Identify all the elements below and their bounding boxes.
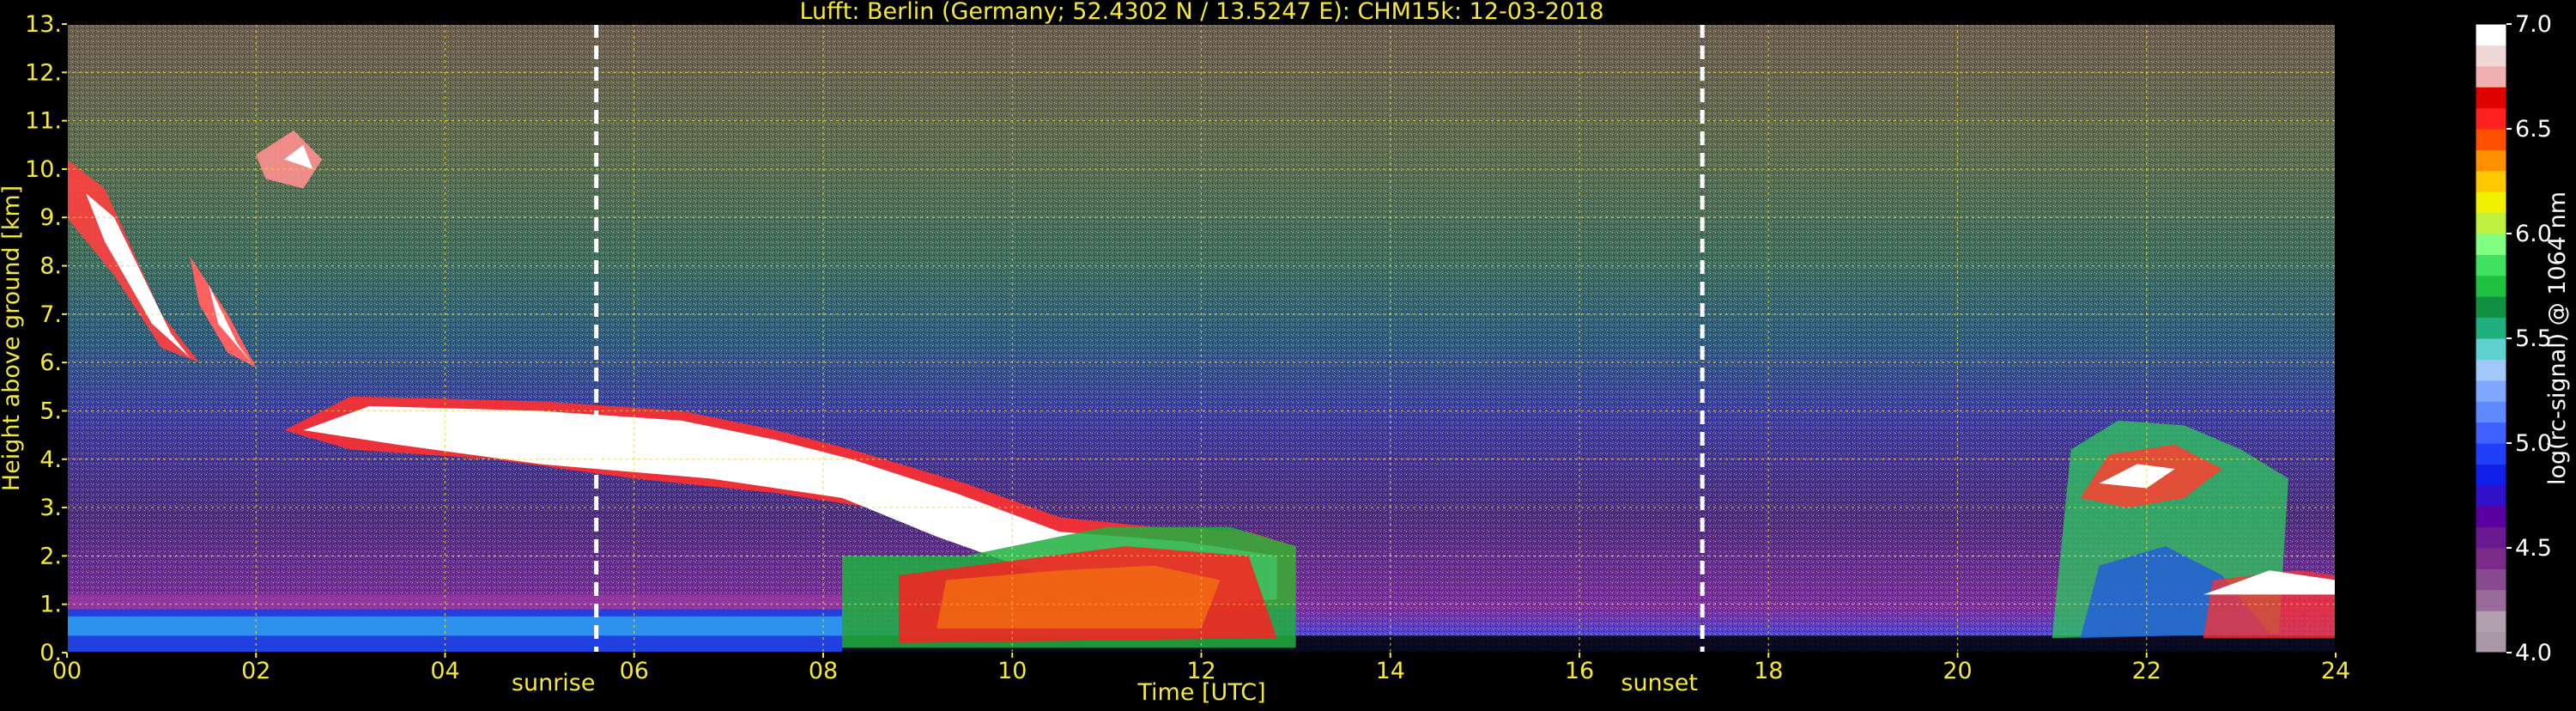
colorbar-label: log(rc-signal) @ 1064 nm	[2544, 191, 2571, 485]
colorbar-swatch	[2476, 212, 2506, 234]
boundary-layer-core	[67, 616, 843, 636]
colorbar-swatch	[2476, 464, 2506, 486]
colorbar-swatch	[2476, 149, 2506, 172]
y-tick-label: 4.	[39, 447, 62, 473]
colorbar-swatch	[2476, 611, 2506, 633]
colorbar-swatch	[2476, 526, 2506, 549]
colorbar-swatch	[2476, 589, 2506, 611]
colorbar-swatch	[2476, 484, 2506, 507]
colorbar-swatch	[2476, 129, 2506, 150]
y-tick-label: 11.	[25, 108, 62, 135]
sunset-label: sunset	[1621, 670, 1698, 696]
colorbar-swatch	[2476, 443, 2506, 465]
y-tick-label: 12.	[25, 59, 62, 86]
y-tick-label: 0.	[39, 640, 62, 666]
x-axis-label: Time [UTC]	[1136, 679, 1265, 706]
x-tick-label: 08	[809, 658, 838, 684]
colorbar-swatch	[2476, 45, 2506, 67]
colorbar-swatch	[2476, 338, 2506, 360]
x-tick-label: 18	[1754, 658, 1783, 684]
colorbar-swatch	[2476, 422, 2506, 444]
colorbar-swatch	[2476, 380, 2506, 402]
x-tick-label: 02	[241, 658, 270, 684]
y-tick-label: 3.	[39, 495, 62, 521]
x-tick-label: 22	[2132, 658, 2161, 684]
colorbar-swatch	[2476, 87, 2506, 109]
colorbar-swatch	[2476, 506, 2506, 528]
colorbar-swatch	[2476, 317, 2506, 339]
chart: sunrise sunset 00 02 04 06 08 10 12 14 16 18 20 22 24…	[0, 0, 2576, 708]
colorbar-tick-label: 4.5	[2515, 535, 2552, 562]
colorbar-swatch	[2476, 548, 2506, 569]
x-tick-label: 10	[997, 658, 1027, 684]
colorbar-swatch	[2476, 275, 2506, 297]
colorbar-swatch	[2476, 234, 2506, 255]
colorbar-swatch	[2476, 631, 2506, 653]
colorbar-swatch	[2476, 296, 2506, 319]
x-tick-label: 20	[1943, 658, 1972, 684]
y-tick-label: 6.	[39, 349, 62, 376]
x-tick-label: 04	[430, 658, 459, 684]
y-tick-label: 10.	[25, 156, 62, 183]
chart-svg: sunrise sunset 00 02 04 06 08 10 12 14 16 18 20 22 24…	[0, 0, 2571, 706]
x-tick-label: 24	[2321, 658, 2350, 684]
colorbar-swatch	[2476, 191, 2506, 214]
y-tick-label: 9.	[39, 204, 62, 231]
sunrise-label: sunrise	[512, 670, 596, 696]
colorbar-tick-label: 4.0	[2515, 640, 2552, 666]
colorbar-swatch	[2476, 107, 2506, 130]
x-tick-label: 16	[1565, 658, 1594, 684]
colorbar-tick-label: 7.0	[2515, 11, 2552, 38]
boundary-layer-top	[67, 594, 843, 610]
y-tick-label: 1.	[39, 592, 62, 618]
y-tick-label: 5.	[39, 398, 62, 424]
colorbar-swatch	[2476, 65, 2506, 88]
y-tick-label: 7.	[39, 301, 62, 328]
colorbar-swatch	[2476, 170, 2506, 192]
y-tick-label: 13.	[25, 11, 62, 38]
colorbar: 4.04.55.05.56.06.57.0	[2475, 11, 2552, 666]
colorbar-swatch	[2476, 359, 2506, 381]
colorbar-tick-label: 6.5	[2515, 116, 2552, 143]
colorbar-swatch	[2476, 401, 2506, 423]
y-tick-label: 8.	[39, 253, 62, 280]
y-axis-label: Height above ground [km]	[0, 185, 25, 491]
x-tick-label: 06	[620, 658, 649, 684]
x-tick-label: 14	[1376, 658, 1405, 684]
colorbar-swatch	[2476, 254, 2506, 276]
chart-title: Lufft: Berlin (Germany; 52.4302 N / 13.5…	[799, 0, 1603, 25]
colorbar-swatch	[2476, 24, 2506, 46]
colorbar-swatch	[2476, 568, 2506, 591]
y-tick-label: 2.	[39, 543, 62, 569]
